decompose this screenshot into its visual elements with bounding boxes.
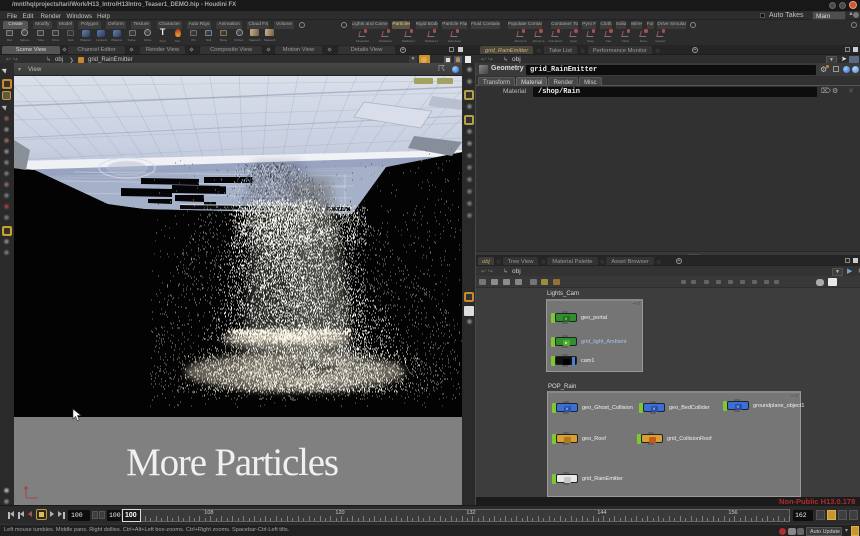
- svg-text:More Particles: More Particles: [126, 441, 338, 484]
